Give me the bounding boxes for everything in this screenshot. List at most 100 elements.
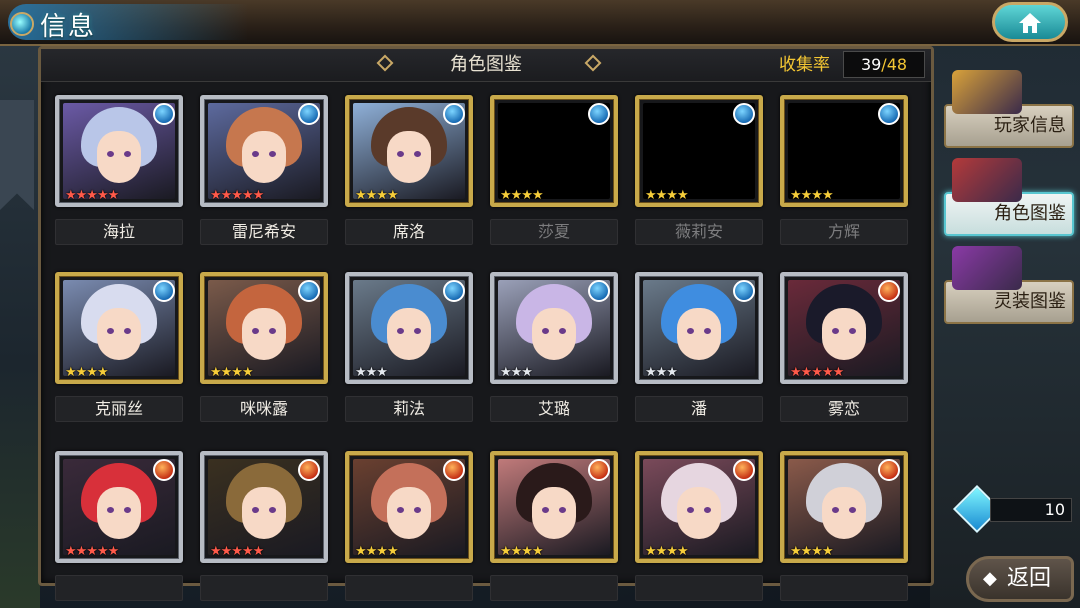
rarity-stars: ★★★★ [65,365,109,380]
character-card[interactable]: ★★★★ [635,451,763,563]
back-label: 返回 [1007,566,1052,591]
portrait-face [387,487,431,539]
character-card[interactable]: ★★★★ [780,451,908,563]
portrait-face [532,308,576,360]
fire-element-icon [878,459,900,481]
portrait-eye [124,328,131,334]
character-card[interactable]: ★★★ [490,272,618,384]
back-button[interactable]: ◆ 返回 [966,556,1074,602]
home-button[interactable] [992,2,1068,42]
character-card[interactable]: ★★★★ [55,272,183,384]
portrait-face [822,487,866,539]
character-card[interactable]: ★★★ [635,272,763,384]
top-bar: 信息 [0,0,1080,46]
currency-amount: 10 [990,498,1072,522]
card-frame: ★★★★ [345,95,473,207]
card-frame: ★★★★★ [200,451,328,563]
fire-element-icon [298,459,320,481]
orb-icon [10,12,34,36]
card-frame: ★★★★ [55,272,183,384]
character-card[interactable]: ★★★★ [490,95,618,207]
portrait-eye [832,328,839,334]
card-frame: ★★★ [635,272,763,384]
portrait-eye [832,507,839,513]
portrait-eye [414,507,421,513]
card-frame: ★★★★★ [780,272,908,384]
character-card[interactable]: ★★★ [345,272,473,384]
character-name [55,575,183,601]
water-element-icon [878,103,900,125]
total-count: 48 [886,55,908,74]
portrait-eye [687,507,694,513]
rarity-stars: ★★★★ [355,544,399,559]
card-frame: ★★★ [345,272,473,384]
character-name: 咪咪露 [200,396,328,422]
portrait-eye [252,507,259,513]
character-name: 潘 [635,396,763,422]
portrait-eye [414,151,421,157]
character-card[interactable]: ★★★★ [200,272,328,384]
character-card[interactable]: ★★★★ [345,451,473,563]
portrait-eye [397,151,404,157]
card-frame: ★★★★ [780,451,908,563]
wall-banner [0,100,34,210]
character-card[interactable]: ★★★★ [780,95,908,207]
character-name: 海拉 [55,219,183,245]
water-element-icon [733,280,755,302]
portrait-eye [687,328,694,334]
character-card[interactable]: ★★★★ [635,95,763,207]
portrait-eye [107,507,114,513]
portrait-eye [849,507,856,513]
menu-art-icon [952,246,1022,290]
panel-header: 角色图鉴 收集率 39/48 [41,49,931,82]
portrait-eye [107,328,114,334]
card-frame: ★★★★ [635,451,763,563]
card-frame: ★★★ [490,272,618,384]
portrait-eye [397,507,404,513]
rarity-stars: ★★★★ [790,544,834,559]
card-frame: ★★★★★ [55,95,183,207]
rarity-stars: ★★★★★ [790,365,844,380]
character-card[interactable]: ★★★★★ [200,95,328,207]
water-element-icon [153,103,175,125]
water-element-icon [298,280,320,302]
back-arrow-icon: ◆ [983,568,997,589]
portrait-face [387,131,431,183]
portrait-eye [704,507,711,513]
character-name: 席洛 [345,219,473,245]
character-name [345,575,473,601]
character-card[interactable]: ★★★★ [490,451,618,563]
character-name [635,575,763,601]
water-element-icon [443,280,465,302]
fire-element-icon [588,459,610,481]
portrait-face [677,487,721,539]
portrait-eye [397,328,404,334]
character-card[interactable]: ★★★★★ [55,451,183,563]
portrait-eye [542,328,549,334]
character-name: 莉法 [345,396,473,422]
portrait-eye [269,507,276,513]
character-card[interactable]: ★★★★★ [780,272,908,384]
character-card[interactable]: ★★★★★ [200,451,328,563]
character-card[interactable]: ★★★★★ [55,95,183,207]
portrait-eye [124,507,131,513]
portrait-eye [559,507,566,513]
rarity-stars: ★★★ [500,365,533,380]
fire-element-icon [153,459,175,481]
water-element-icon [733,103,755,125]
portrait-eye [704,328,711,334]
rarity-stars: ★★★★ [645,188,689,203]
portrait-face [97,131,141,183]
portrait-face [97,308,141,360]
page-title: 信息 [8,4,248,42]
character-card[interactable]: ★★★★ [345,95,473,207]
menu-art-icon [952,70,1022,114]
card-frame: ★★★★ [490,95,618,207]
card-frame: ★★★★ [780,95,908,207]
character-name: 雾恋 [780,396,908,422]
card-frame: ★★★★ [200,272,328,384]
water-element-icon [443,103,465,125]
portrait-eye [107,151,114,157]
panel-title: 角色图鉴 [450,54,522,75]
character-name [780,575,908,601]
